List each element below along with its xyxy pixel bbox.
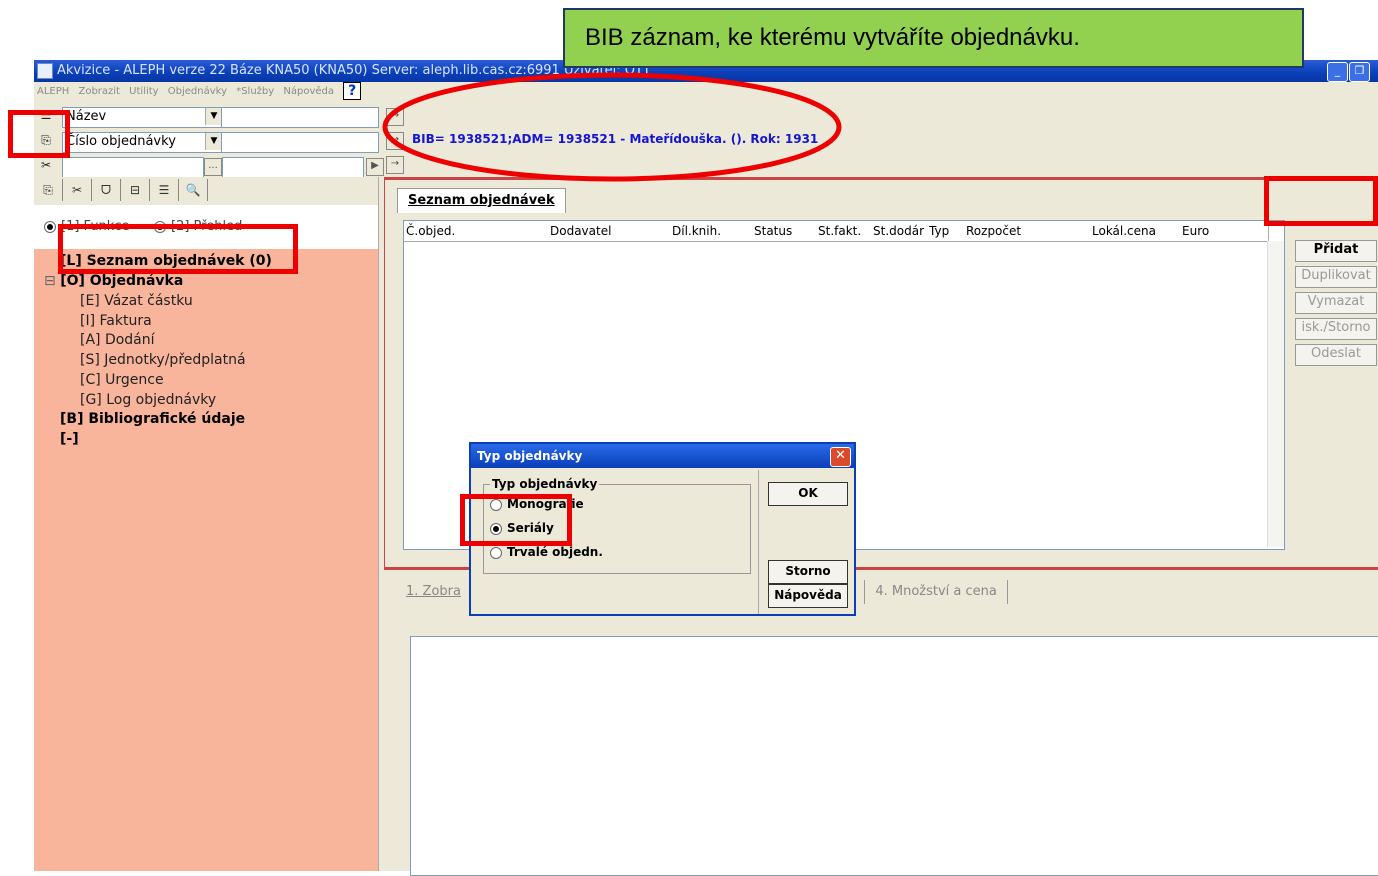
tree-item-order-label: [O] Objednávka xyxy=(60,273,184,289)
order-type-group: Typ objednávky Monografie Seriály Trvalé… xyxy=(483,477,751,574)
tab-order-icon[interactable]: ⎘ xyxy=(34,179,63,201)
dialog-title: Typ objednávky xyxy=(471,444,854,468)
ok-button[interactable]: OK xyxy=(768,482,848,506)
radio-dot xyxy=(490,498,502,511)
menu-objednavky[interactable]: Objednávky xyxy=(168,86,227,97)
search-index-select[interactable]: Název ▼ xyxy=(62,107,223,128)
menu-zobrazit[interactable]: Zobrazit xyxy=(78,86,120,97)
col-header[interactable]: Č.objed. xyxy=(404,221,551,242)
send-button[interactable]: Odeslat xyxy=(1295,344,1377,366)
tree-item-list[interactable]: [L] Seznam objednávek (0) xyxy=(60,253,272,269)
order-icon[interactable]: ⎘ xyxy=(38,132,54,148)
radio-dot xyxy=(154,220,166,233)
tab-budget-icon[interactable]: ⊟ xyxy=(121,179,150,201)
dialog-divider xyxy=(758,470,759,614)
col-header[interactable]: St.fakt. xyxy=(816,221,874,242)
tab-scissors-icon[interactable]: ✂ xyxy=(63,179,92,201)
tree-item-b[interactable]: [B] Bibliografické údaje xyxy=(60,411,245,427)
tree-item-g[interactable]: [G] Log objednávky xyxy=(80,392,216,408)
radio-dot xyxy=(490,522,502,535)
add-button[interactable]: Přidat xyxy=(1295,240,1377,262)
radio-funkce-label: [1] Funkce xyxy=(61,219,130,234)
chevron-down-icon[interactable]: ▼ xyxy=(205,133,222,150)
detail-area[interactable] xyxy=(410,636,1378,876)
close-icon[interactable]: ✕ xyxy=(830,447,851,467)
radio-dot xyxy=(490,546,502,559)
radio-trvale-label: Trvalé objedn. xyxy=(507,545,603,559)
restore-icon[interactable]: ❐ xyxy=(1349,62,1370,82)
col-header[interactable]: Dodavatel xyxy=(548,221,673,242)
col-header[interactable]: Euro xyxy=(1180,221,1269,242)
tree-item-e[interactable]: [E] Vázat částku xyxy=(80,293,193,309)
view-radios: [1] Funkce [2] Přehled xyxy=(34,205,378,249)
tab-order-list[interactable]: Seznam objednávek xyxy=(397,188,566,213)
search-input-3[interactable] xyxy=(62,157,204,178)
col-header[interactable]: Typ xyxy=(927,221,967,242)
tab-list-icon[interactable]: ☰ xyxy=(150,179,179,201)
col-header[interactable]: Lokál.cena xyxy=(1090,221,1183,242)
app-icon xyxy=(37,63,53,79)
search-input-1[interactable] xyxy=(221,107,379,128)
radio-monografie-label: Monografie xyxy=(507,497,584,511)
search-order-value: Číslo objednávky xyxy=(66,134,176,149)
browse-dots-button[interactable]: ... xyxy=(204,158,222,176)
radio-trvale[interactable]: Trvalé objedn. xyxy=(490,545,603,559)
callout-annotation: BIB záznam, ke kterému vytváříte objedná… xyxy=(563,8,1304,68)
tab-detail-1[interactable]: 1. Zobra xyxy=(396,580,472,604)
help-icon[interactable]: ? xyxy=(343,82,362,100)
left-icon-tabs: ⎘ ✂ ᗜ ⊟ ☰ 🔍 xyxy=(34,177,384,205)
highlight-bib-ellipse xyxy=(382,72,842,182)
chevron-down-icon[interactable]: ▼ xyxy=(205,108,222,125)
menu-utility[interactable]: Utility xyxy=(129,86,158,97)
search-input-2[interactable] xyxy=(221,132,379,153)
minimize-icon[interactable]: _ xyxy=(1327,62,1348,82)
menu-napoveda[interactable]: Nápověda xyxy=(283,86,334,97)
tree-item-s[interactable]: [S] Jednotky/předplatná xyxy=(80,352,246,368)
col-header[interactable]: St.dodár xyxy=(871,221,930,242)
col-header[interactable]: Díl.knih. xyxy=(670,221,755,242)
tab-search-icon[interactable]: 🔍 xyxy=(179,179,208,201)
list-icon[interactable]: ☰ xyxy=(38,107,54,123)
radio-serialy-label: Seriály xyxy=(507,521,554,535)
menu-sluzby[interactable]: *Služby xyxy=(236,86,274,97)
search-index-value: Název xyxy=(66,109,107,124)
col-header[interactable]: Status xyxy=(752,221,819,242)
radio-prehled[interactable]: [2] Přehled xyxy=(154,219,242,234)
radio-dot xyxy=(44,220,56,233)
search-input-4[interactable] xyxy=(222,157,364,178)
help-button[interactable]: Nápověda xyxy=(768,584,848,608)
tab-vendor-icon[interactable]: ᗜ xyxy=(92,179,121,201)
radio-serialy[interactable]: Seriály xyxy=(490,521,554,535)
radio-funkce[interactable]: [1] Funkce xyxy=(44,219,129,234)
scissors-icon[interactable]: ✂ xyxy=(38,157,54,173)
orders-scrollbar[interactable] xyxy=(1267,241,1284,547)
tree-item-order[interactable]: ⊟ [O] Objednávka xyxy=(44,273,183,289)
function-tree: [L] Seznam objednávek (0) ⊟ [O] Objednáv… xyxy=(34,249,378,871)
menu-aleph[interactable]: ALEPH xyxy=(37,86,69,97)
radio-prehled-label: [2] Přehled xyxy=(171,219,243,234)
print-cancel-button[interactable]: isk./Storno xyxy=(1295,318,1377,340)
tree-item-dash[interactable]: [-] xyxy=(60,431,79,447)
search-order-select[interactable]: Číslo objednávky ▼ xyxy=(62,132,223,153)
order-type-legend: Typ objednávky xyxy=(490,477,600,491)
radio-monografie[interactable]: Monografie xyxy=(490,497,584,511)
tab-detail-4[interactable]: 4. Množství a cena xyxy=(865,580,1008,604)
search-panel: ☰ Název ▼ ⎘ Číslo objednávky ▼ ✂ ... ▶ xyxy=(34,102,384,178)
order-type-dialog: Typ objednávky ✕ Typ objednávky Monograf… xyxy=(469,442,856,616)
tree-item-i[interactable]: [I] Faktura xyxy=(80,313,152,329)
delete-button[interactable]: Vymazat xyxy=(1295,292,1377,314)
tree-item-c[interactable]: [C] Urgence xyxy=(80,372,164,388)
duplicate-button[interactable]: Duplikovat xyxy=(1295,266,1377,288)
col-header[interactable]: Rozpočet xyxy=(964,221,1093,242)
tree-item-a[interactable]: [A] Dodání xyxy=(80,332,155,348)
cancel-button[interactable]: Storno xyxy=(768,560,848,584)
